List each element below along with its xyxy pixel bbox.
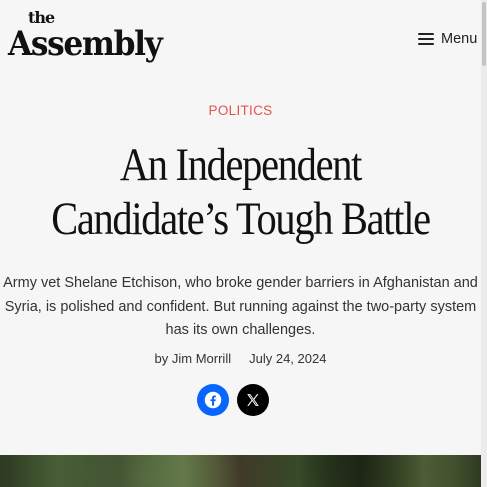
share-x-button[interactable] [237, 384, 269, 416]
menu-button[interactable]: Menu [418, 28, 477, 50]
category-label[interactable]: POLITICS [0, 103, 481, 118]
share-facebook-button[interactable] [197, 384, 229, 416]
article-dek: Army vet Shelane Etchison, who broke gen… [3, 275, 478, 338]
page-scrollbar[interactable] [481, 0, 487, 487]
menu-label: Menu [441, 31, 478, 47]
facebook-icon [204, 391, 222, 409]
scrollbar-thumb[interactable] [482, 2, 486, 66]
hero-image [0, 455, 481, 487]
byline: by Jim Morrill July 24, 2024 [0, 351, 481, 366]
logo-assembly-text: Assembly [8, 24, 163, 64]
share-buttons [197, 384, 269, 416]
article-headline: An Independent Candidate’s Tough Battle [51, 139, 431, 245]
hamburger-icon [418, 33, 434, 45]
byline-prefix: by [154, 351, 169, 366]
author-link[interactable]: Jim Morrill [172, 351, 231, 366]
site-logo[interactable]: the Assembly [8, 8, 163, 66]
site-header: the Assembly Menu [0, 0, 487, 80]
x-icon [247, 394, 259, 406]
hero-image-foliage [0, 455, 481, 487]
publish-date: July 24, 2024 [249, 351, 327, 366]
